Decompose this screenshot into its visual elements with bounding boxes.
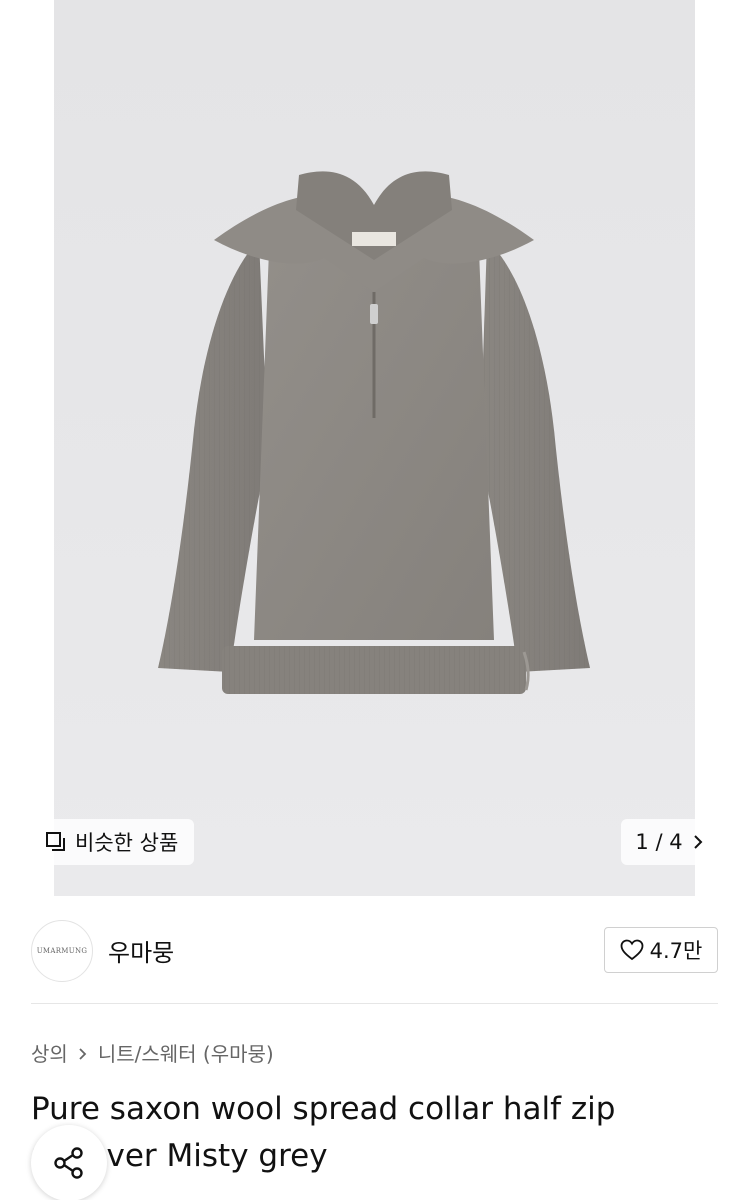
heart-icon <box>620 939 644 961</box>
breadcrumb-item-top[interactable]: 상의 <box>31 1038 68 1067</box>
product-image-gallery[interactable]: 비슷한 상품 1 / 4 <box>0 0 749 896</box>
shop-avatar-logo: UMARMUNG <box>36 947 88 955</box>
breadcrumb: 상의 니트/스웨터 (우마뭉) <box>31 1038 274 1067</box>
product-title: Pure saxon wool spread collar half zip p… <box>31 1091 616 1174</box>
similar-items-icon <box>45 831 67 853</box>
image-pager[interactable]: 1 / 4 <box>621 819 719 865</box>
chevron-right-icon <box>78 1046 88 1060</box>
shop-avatar[interactable]: UMARMUNG <box>31 920 93 982</box>
chevron-right-icon[interactable] <box>691 834 705 850</box>
pager-indicator: 1 / 4 <box>635 830 683 854</box>
similar-items-button[interactable]: 비슷한 상품 <box>31 819 195 865</box>
like-count: 4.7만 <box>649 939 703 963</box>
divider <box>31 1003 718 1004</box>
breadcrumb-item-knit[interactable]: 니트/스웨터 (우마뭉) <box>98 1038 274 1067</box>
similar-items-label: 비슷한 상품 <box>75 831 179 855</box>
product-photo[interactable] <box>54 0 695 896</box>
sweater-image <box>158 171 590 694</box>
shop-name[interactable]: 우마뭉 <box>108 933 174 968</box>
share-button[interactable] <box>31 1125 107 1200</box>
share-icon <box>51 1145 87 1181</box>
like-button[interactable]: 4.7만 <box>604 927 718 973</box>
